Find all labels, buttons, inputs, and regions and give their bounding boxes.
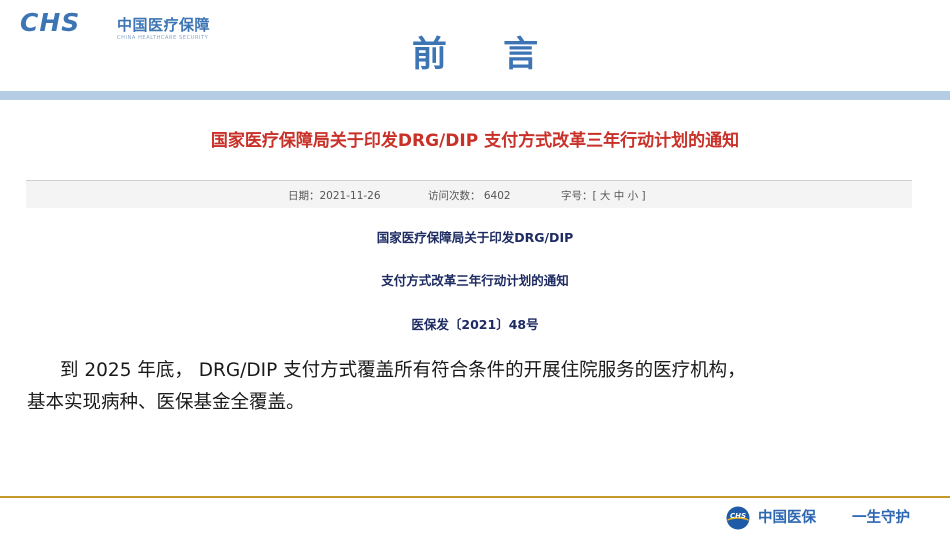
document-number: 医保发〔2021〕48号 (411, 317, 539, 332)
body-line-2: 基本实现病种、医保基金全覆盖。 (27, 392, 305, 413)
notice-headline: 国家医疗保障局关于印发DRG/DIP 支付方式改革三年行动计划的通知 (210, 131, 740, 151)
footer-divider (0, 496, 950, 498)
chs-emblem-icon: CHS (726, 506, 750, 530)
body-line-1: 到 2025 年底， DRG/DIP 支付方式覆盖所有符合条件的开展住院服务的医… (60, 360, 746, 381)
document-title-line-2: 支付方式改革三年行动计划的通知 (381, 273, 569, 288)
body-paragraph: 到 2025 年底， DRG/DIP 支付方式覆盖所有符合条件的开展住院服务的医… (27, 355, 907, 419)
footer-brand: 中国医保 (758, 510, 816, 526)
slide-title: 前 言 (411, 35, 561, 75)
svg-text:CHS: CHS (20, 10, 80, 34)
footer-slogan: 一生守护 (852, 510, 910, 526)
notice-visit-count: 访问次数： 6402 (428, 190, 511, 202)
title-divider-band (0, 91, 950, 100)
logo-chinese-name: 中国医疗保障 (117, 16, 211, 34)
notice-date: 日期：2021-11-26 (288, 190, 381, 202)
document-title-line-1: 国家医疗保障局关于印发DRG/DIP (376, 230, 574, 245)
font-size-switcher[interactable]: 字号：[ 大 中 小 ] (561, 190, 646, 202)
svg-text:CHS: CHS (730, 512, 746, 520)
chs-logo-mark-icon: CHS (20, 10, 80, 34)
notice-meta-bar: 日期：2021-11-26 访问次数： 6402 字号：[ 大 中 小 ] (26, 180, 912, 208)
